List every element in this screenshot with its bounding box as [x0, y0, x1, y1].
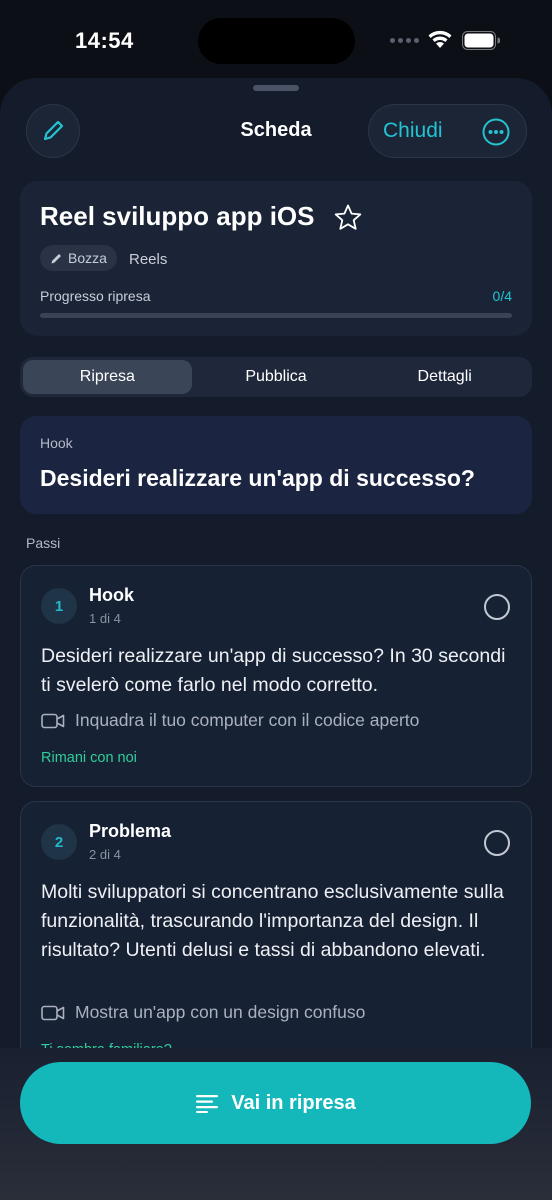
pencil-icon: [51, 253, 61, 263]
step-body: Desideri realizzare un'app di successo? …: [41, 645, 506, 696]
progress-count: 0/4: [492, 288, 512, 304]
step-complete-checkbox[interactable]: [484, 830, 510, 856]
battery-icon: [462, 31, 500, 50]
tab-pubblica[interactable]: Pubblica: [192, 360, 361, 394]
step-shot-note: Inquadra il tuo computer con il codice a…: [41, 710, 419, 731]
lines-icon: [196, 1095, 219, 1113]
status-badge: Bozza: [40, 245, 117, 271]
sheet-grabber[interactable]: [253, 85, 299, 91]
hook-text: Desideri realizzare un'app di successo?: [40, 465, 475, 491]
more-options-icon[interactable]: [482, 118, 510, 146]
step-shot-note: Mostra un'app con un design confuso: [41, 1002, 365, 1023]
status-time: 14:54: [75, 28, 134, 53]
step-body: Molti sviluppatori si concentrano esclus…: [41, 881, 504, 961]
hook-card: Hook Desideri realizzare un'app di succe…: [20, 416, 532, 514]
dynamic-island: [198, 18, 355, 64]
wifi-icon: [428, 30, 452, 48]
status-badge-label: Bozza: [68, 250, 107, 266]
step-number: 2: [41, 824, 77, 860]
step-count: 2 di 4: [89, 847, 121, 862]
step-title: Problema: [89, 821, 172, 841]
progress-bar: [40, 313, 512, 318]
progress-label: Progresso ripresa: [40, 288, 151, 304]
tab-bar: Ripresa Pubblica Dettagli: [20, 357, 532, 397]
step-shot-text: Mostra un'app con un design confuso: [75, 1002, 366, 1022]
step-shot-text: Inquadra il tuo computer con il codice a…: [75, 710, 420, 730]
status-bar: 14:54: [0, 0, 552, 80]
step-hint: Rimani con noi: [41, 750, 137, 766]
tab-ripresa[interactable]: Ripresa: [23, 360, 192, 394]
video-camera-icon: [41, 1005, 65, 1020]
step-title: Hook: [89, 585, 134, 605]
script-title: Reel sviluppo app iOS: [40, 201, 315, 231]
cellular-signal-icon: [390, 38, 419, 43]
step-count: 1 di 4: [89, 611, 121, 626]
close-label: Chiudi: [383, 119, 443, 142]
tab-dettagli[interactable]: Dettagli: [360, 360, 529, 394]
star-icon[interactable]: [333, 203, 363, 233]
close-button[interactable]: Chiudi: [368, 104, 527, 158]
step-number: 1: [41, 588, 77, 624]
start-shooting-button[interactable]: Vai in ripresa: [20, 1062, 531, 1144]
steps-section-label: Passi: [26, 535, 61, 551]
step-card[interactable]: 1 Hook 1 di 4 Desideri realizzare un'app…: [20, 565, 532, 787]
hook-label: Hook: [40, 435, 73, 451]
script-header-card: Reel sviluppo app iOS Bozza Reels Progre…: [20, 181, 532, 336]
step-complete-checkbox[interactable]: [484, 594, 510, 620]
script-sheet: Scheda Chiudi Reel sviluppo app iOS Bozz…: [0, 78, 552, 1200]
content-type-tag: Reels: [129, 251, 168, 268]
start-shooting-label: Vai in ripresa: [231, 1091, 356, 1114]
video-camera-icon: [41, 713, 65, 728]
